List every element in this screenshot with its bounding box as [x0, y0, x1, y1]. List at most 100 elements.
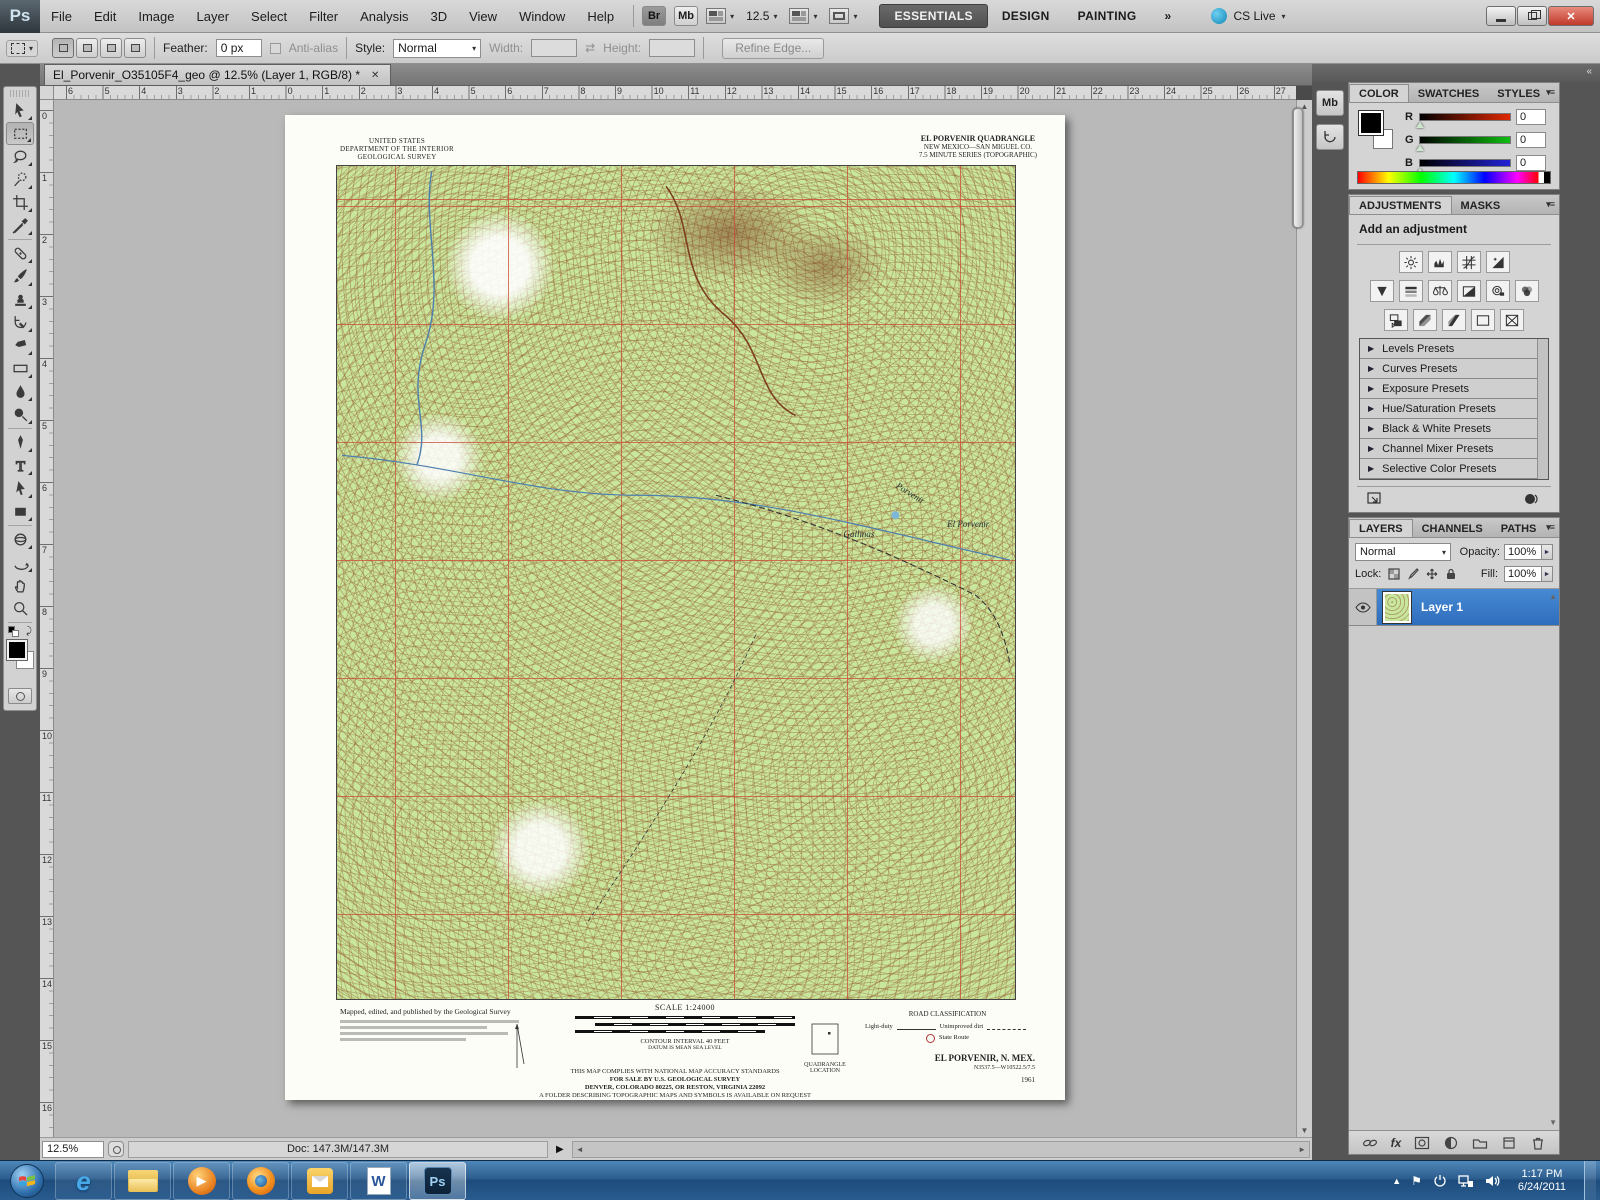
width-input[interactable] [531, 39, 577, 57]
quick-mask-button[interactable] [8, 688, 32, 704]
close-button[interactable]: ✕ [1548, 6, 1594, 26]
vertical-scrollbar[interactable]: ▲ ▼ [1296, 100, 1312, 1137]
workspace-overflow-chevron[interactable]: » [1151, 5, 1186, 27]
zoom-level-dropdown[interactable]: 12.5 ▾ [746, 9, 777, 23]
panel-menu-icon[interactable]: ▾≡ [1546, 522, 1554, 533]
clip-to-layer-icon[interactable] [1523, 492, 1541, 506]
layer-name[interactable]: Layer 1 [1421, 589, 1463, 625]
quick-selection-tool[interactable] [6, 168, 34, 191]
cs-live-button[interactable]: CS Live ▾ [1211, 8, 1285, 24]
blue-value-input[interactable]: 0 [1516, 155, 1546, 171]
selective-color-icon[interactable] [1500, 309, 1524, 331]
foreground-color-swatch[interactable] [7, 640, 27, 660]
network-icon[interactable] [1458, 1173, 1474, 1189]
gradient-map-icon[interactable] [1471, 309, 1495, 331]
green-slider-thumb[interactable] [1416, 145, 1424, 151]
delete-layer-icon[interactable] [1530, 1136, 1546, 1150]
preset-list-scrollbar[interactable] [1537, 339, 1548, 479]
preset-exposure[interactable]: ▶Exposure Presets [1360, 379, 1548, 399]
arrange-documents-dropdown[interactable]: ▾ [789, 8, 817, 24]
status-menu-arrow-icon[interactable]: ▶ [556, 1144, 564, 1155]
expander-icon[interactable]: ▶ [1368, 364, 1374, 373]
menu-item[interactable]: 3D [419, 0, 458, 33]
new-layer-icon[interactable] [1501, 1136, 1517, 1150]
tab-channels[interactable]: CHANNELS [1413, 520, 1492, 537]
taskbar-photoshop[interactable]: Ps [409, 1162, 466, 1200]
fill-control[interactable]: 100% ► [1504, 566, 1553, 582]
tab-color[interactable]: COLOR [1349, 84, 1409, 102]
layer-thumbnail[interactable] [1383, 592, 1411, 623]
levels-icon[interactable] [1428, 251, 1452, 273]
lock-transparency-icon[interactable] [1387, 568, 1400, 581]
horizontal-ruler[interactable]: 6543210123456789101112131415161718192021… [54, 86, 1296, 100]
layers-scroll-down-icon[interactable]: ▼ [1549, 1118, 1557, 1127]
color-balance-icon[interactable] [1428, 280, 1452, 302]
feather-input[interactable]: 0 px [216, 39, 262, 57]
expander-icon[interactable]: ▶ [1368, 384, 1374, 393]
hue-saturation-icon[interactable] [1399, 280, 1423, 302]
add-to-selection-button[interactable] [76, 38, 98, 58]
expander-icon[interactable]: ▶ [1368, 344, 1374, 353]
green-value-input[interactable]: 0 [1516, 132, 1546, 148]
workspace-painting[interactable]: PAINTING [1064, 5, 1151, 27]
path-selection-tool[interactable] [6, 477, 34, 500]
posterize-icon[interactable] [1413, 309, 1437, 331]
threshold-icon[interactable] [1442, 309, 1466, 331]
scrollbar-thumb[interactable] [1293, 108, 1303, 228]
height-input[interactable] [649, 39, 695, 57]
tab-paths[interactable]: PATHS [1492, 520, 1546, 537]
layers-scroll-up-icon[interactable]: ▲ [1549, 592, 1557, 601]
link-layers-icon[interactable] [1362, 1136, 1378, 1150]
blue-slider[interactable] [1419, 159, 1511, 167]
launch-minibridge-button[interactable]: Mb [674, 6, 698, 26]
show-hidden-icons-button[interactable]: ▲ [1392, 1176, 1401, 1186]
menu-item[interactable]: Layer [186, 0, 241, 33]
default-colors-button[interactable] [8, 626, 20, 638]
tab-masks[interactable]: MASKS [1452, 197, 1510, 214]
start-button[interactable] [0, 1161, 54, 1200]
hand-tool[interactable] [6, 574, 34, 597]
status-zoom-input[interactable]: 12.5% [42, 1141, 104, 1158]
zoom-tool[interactable] [6, 597, 34, 620]
action-center-icon[interactable]: ⚑ [1411, 1174, 1422, 1188]
fill-input[interactable]: 100% [1504, 566, 1542, 582]
rectangle-tool[interactable] [6, 500, 34, 523]
dodge-tool[interactable] [6, 403, 34, 426]
antialias-checkbox[interactable] [270, 43, 281, 54]
photoshop-logo[interactable]: Ps [0, 0, 40, 33]
document-tab[interactable]: El_Porvenir_O35105F4_geo @ 12.5% (Layer … [44, 64, 391, 85]
opacity-control[interactable]: 100% ► [1504, 544, 1553, 560]
clone-stamp-tool[interactable] [6, 288, 34, 311]
collapse-panels-bar[interactable]: « [1312, 64, 1600, 82]
exposure-icon[interactable] [1486, 251, 1510, 273]
history-panel-icon[interactable] [1316, 124, 1344, 150]
taskbar-internet-explorer[interactable]: e [55, 1162, 112, 1200]
expanded-view-icon[interactable] [1367, 492, 1385, 506]
eyedropper-tool[interactable] [6, 214, 34, 237]
vertical-ruler[interactable]: 012345678910111213141516 [40, 100, 54, 1137]
intersect-selection-button[interactable] [124, 38, 146, 58]
menu-item[interactable]: Analysis [349, 0, 419, 33]
layer-row[interactable]: Layer 1 [1349, 589, 1559, 626]
menu-item[interactable]: Image [127, 0, 185, 33]
preset-black-white[interactable]: ▶Black & White Presets [1360, 419, 1548, 439]
panel-menu-icon[interactable]: ▾≡ [1546, 87, 1554, 98]
expander-icon[interactable]: ▶ [1368, 424, 1374, 433]
preset-channel-mixer[interactable]: ▶Channel Mixer Presets [1360, 439, 1548, 459]
menu-item[interactable]: File [40, 0, 83, 33]
minibridge-panel-icon[interactable]: Mb [1316, 90, 1344, 116]
spot-healing-brush-tool[interactable] [6, 242, 34, 265]
menu-item[interactable]: Filter [298, 0, 349, 33]
expander-icon[interactable]: ▶ [1368, 444, 1374, 453]
menu-item[interactable]: Edit [83, 0, 127, 33]
taskbar-firefox[interactable] [232, 1162, 289, 1200]
taskbar-word[interactable]: W [350, 1162, 407, 1200]
layer-visibility-toggle[interactable] [1349, 589, 1377, 625]
invert-icon[interactable] [1384, 309, 1408, 331]
type-tool[interactable]: T [6, 454, 34, 477]
vibrance-icon[interactable] [1370, 280, 1394, 302]
map-document[interactable]: UNITED STATES DEPARTMENT OF THE INTERIOR… [285, 115, 1065, 1100]
view-extras-dropdown[interactable]: ▾ [706, 8, 734, 24]
tab-layers[interactable]: LAYERS [1349, 519, 1413, 537]
3d-object-rotate-tool[interactable] [6, 528, 34, 551]
